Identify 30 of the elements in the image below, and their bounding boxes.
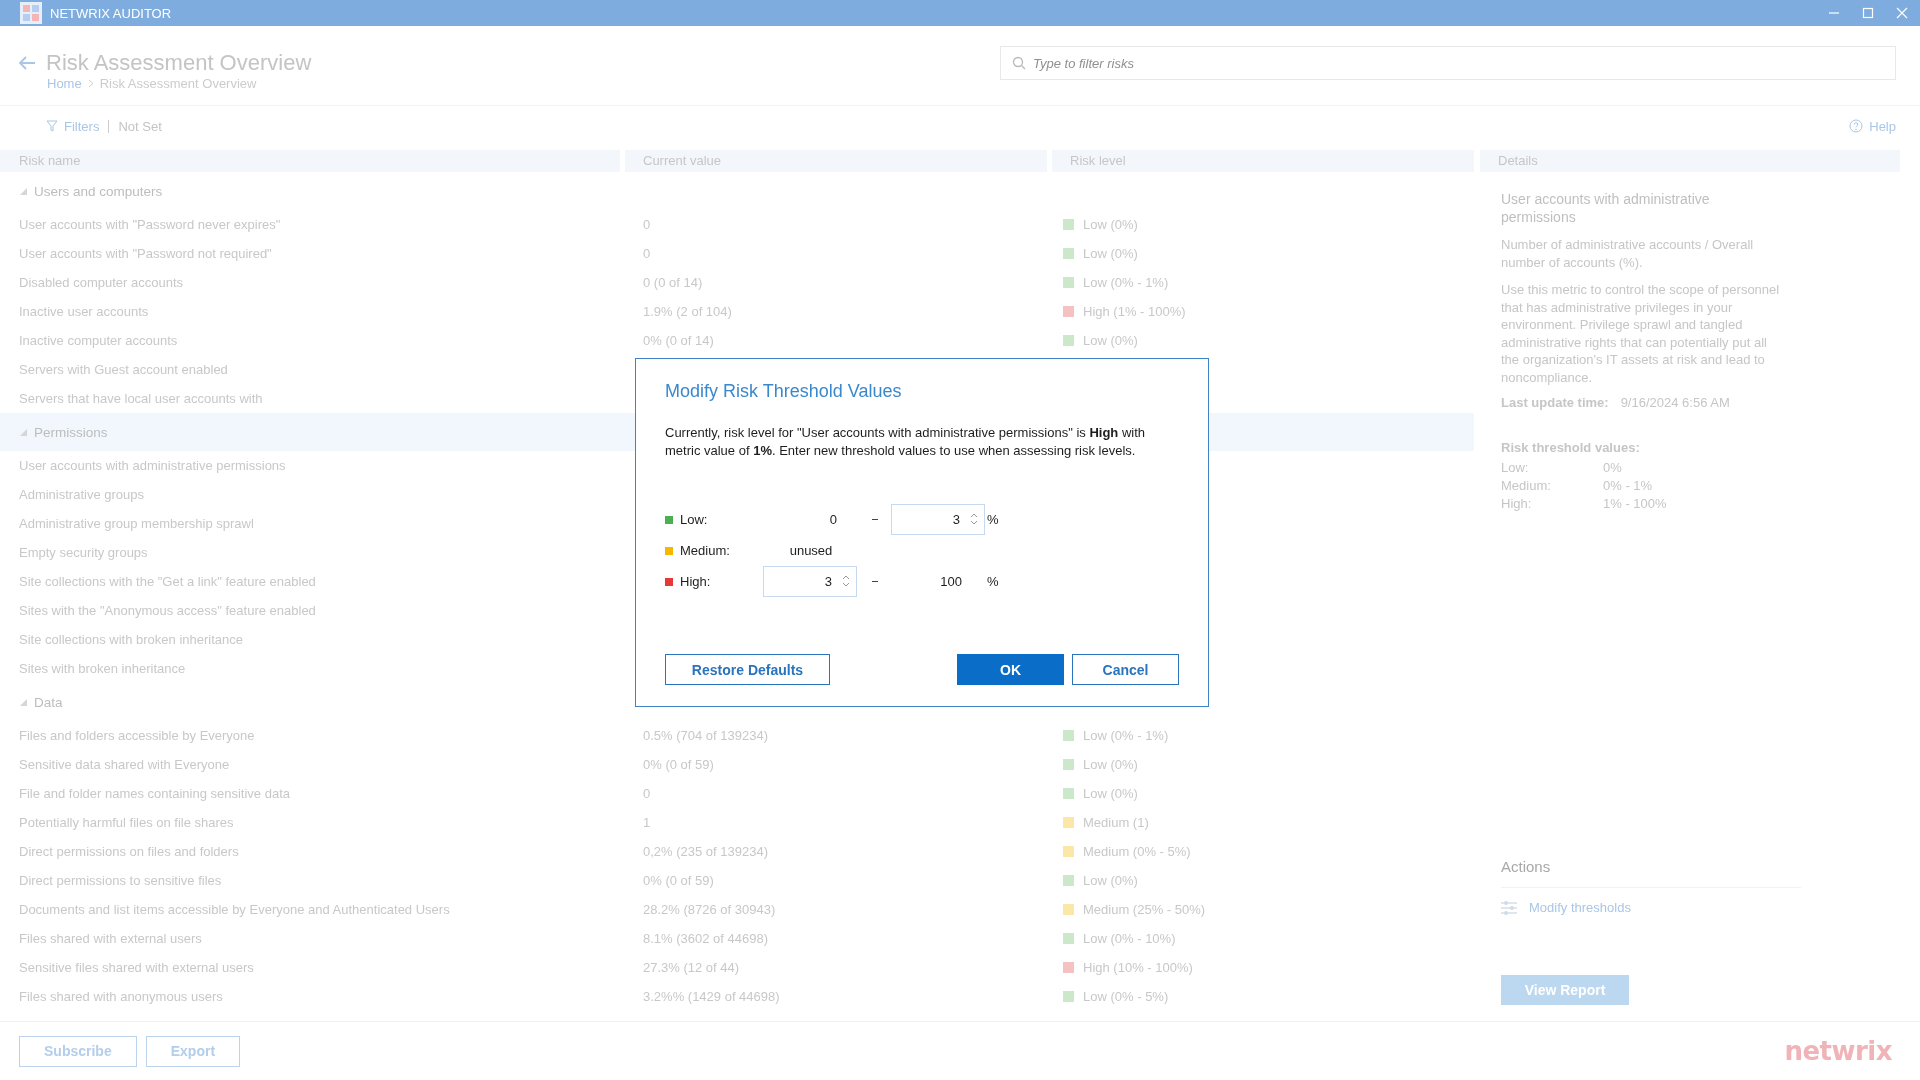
last-update-label: Last update time:: [1501, 395, 1609, 410]
threshold-value: 0%: [1603, 459, 1623, 477]
metric-formula: Number of administrative accounts / Overall number of accounts (%).: [1501, 236, 1755, 271]
threshold-label: Medium:: [680, 542, 731, 560]
window-title: NETWRIX AUDITOR: [50, 5, 172, 21]
threshold-value: 0% - 1%: [1603, 477, 1654, 495]
filter-value: Not Set: [118, 118, 162, 134]
threshold-label: Low:: [1501, 459, 1530, 477]
thresholds-title: Risk threshold values:: [1501, 440, 1641, 455]
metric-description: Use this metric to control the scope of personnel that has administrative privileges in your environment. Privilege sprawl and tangled administrative rights that can potentially put all the organization's IT assets at risk and lead to noncompliance.: [1501, 281, 1781, 386]
threshold-value: 100: [939, 573, 963, 591]
dialog-title: Modify Risk Threshold Values: [665, 381, 903, 402]
group-name: Users and computers: [34, 183, 163, 199]
group-name: Data: [34, 694, 63, 710]
threshold-label: Low:: [680, 511, 709, 529]
brand-logo: netwrix: [1784, 1036, 1892, 1066]
actions-heading: Actions: [1501, 858, 1801, 888]
threshold-value: 1% - 100%: [1603, 495, 1668, 513]
unit-label: %: [987, 573, 1000, 591]
threshold-label: High:: [680, 573, 712, 591]
threshold-label: High:: [1501, 495, 1533, 513]
threshold-label: Medium:: [1501, 477, 1552, 495]
unit-label: %: [987, 511, 1000, 529]
details-title: User accounts with administrative permissions: [1501, 190, 1711, 226]
last-update-value: 9/16/2024 6:56 AM: [1620, 395, 1730, 410]
threshold-value: unused: [788, 542, 834, 560]
dialog-message: Currently, risk level for "User accounts with administrative permissions" is High with metric value of 1%. Enter new threshold values to use when assessing risk levels.: [665, 424, 1147, 460]
threshold-value: 0: [828, 511, 838, 529]
group-name: Permissions: [34, 424, 108, 440]
page-title: Risk Assessment Overview: [46, 50, 312, 76]
